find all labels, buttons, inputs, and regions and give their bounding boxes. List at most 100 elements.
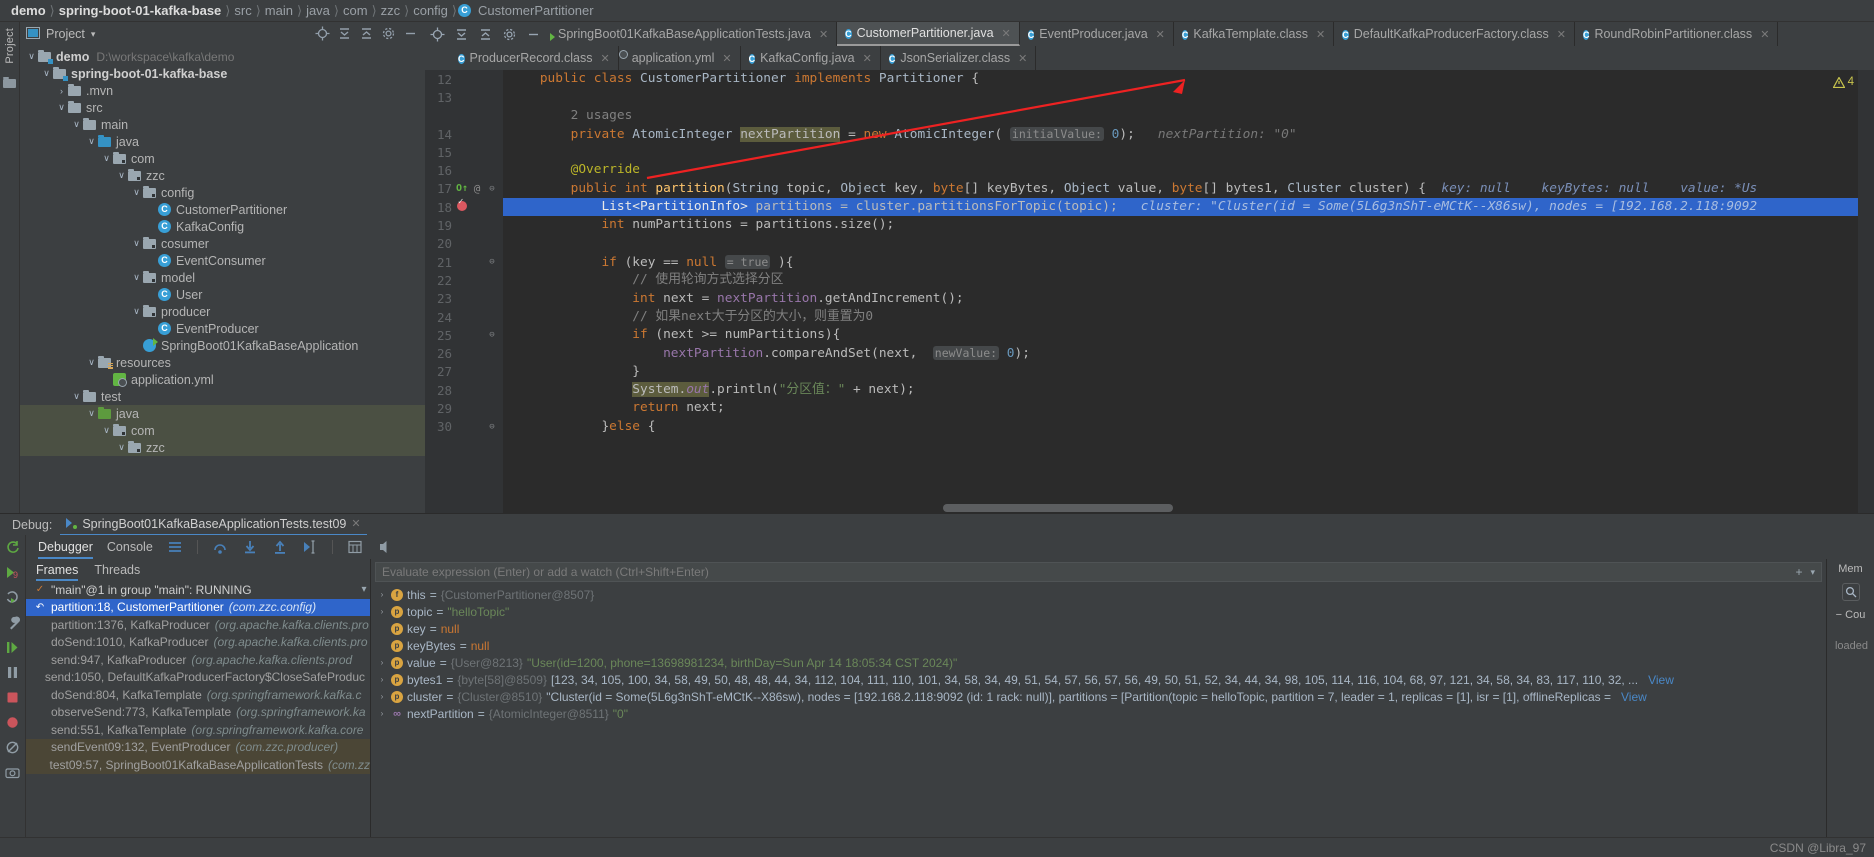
expand-all-icon[interactable] [359,26,375,42]
chevron-down-icon[interactable]: ∨ [101,425,112,436]
close-icon[interactable]: ✕ [819,28,828,41]
chevron-down-icon[interactable]: ∨ [86,357,97,368]
variable-row-bytes1[interactable]: › p bytes1 = {byte[58]@8509} [123, 34, 105, 1… [371,671,1826,688]
collapse-all-icon[interactable] [452,25,470,43]
stack-frame-row[interactable]: ↶ partition:18, CustomerPartitioner (com.z… [26,598,370,616]
chevron-down-icon[interactable]: ∨ [71,391,82,402]
chevron-down-icon[interactable]: ∨ [86,408,97,419]
tab-debugger[interactable]: Debugger [38,535,93,559]
variable-row-nextPartition[interactable]: › ∞ nextPartition = {AtomicInteger@8511} "0" [371,705,1826,722]
hide-panel-icon[interactable] [403,26,419,42]
expand-chevron-icon[interactable]: › [377,590,387,599]
run-to-cursor-icon[interactable] [302,539,318,555]
tab-frames[interactable]: Frames [36,559,79,581]
tree-node-application-yml[interactable]: application.yml [20,371,425,388]
code-line-24[interactable]: // 如果next大于分区的大小，则重置为0 [503,308,1858,326]
console-tab-label[interactable]: − Cou [1836,609,1866,621]
layout-icon[interactable] [167,539,183,555]
view-link[interactable]: View [1621,690,1647,704]
breadcrumb-item-2[interactable]: src [231,3,254,18]
thread-row[interactable]: ✓ "main"@1 in group "main": RUNNING ▾ [26,581,370,599]
code-line-25[interactable]: if (next >= numPartitions){ [503,326,1858,344]
view-link[interactable]: View [1648,673,1674,687]
stack-frame-row[interactable]: observeSend:773, KafkaTemplate (org.sprin… [26,704,370,722]
gutter-line-12[interactable]: 12 [425,70,503,88]
breadcrumb-item-4[interactable]: java [303,3,333,18]
editor-tab-producerrecord-class[interactable]: C ProducerRecord.class ✕ [450,46,619,70]
mute-icon[interactable] [377,539,393,555]
expand-chevron-icon[interactable]: › [377,709,387,718]
tree-node-user[interactable]: C User [20,286,425,303]
scrollbar-thumb[interactable] [943,504,1173,512]
tree-node-com[interactable]: ∨ com [20,150,425,167]
chevron-right-icon[interactable]: › [56,86,67,96]
code-line-29[interactable]: return next; [503,399,1858,417]
tree-node-test[interactable]: ∨ test [20,388,425,405]
code-line-blank[interactable]: 2 usages [503,107,1858,125]
code-fold-marker[interactable]: ⊖ [485,422,499,432]
stack-frame-row[interactable]: send:1050, DefaultKafkaProducerFactory$C… [26,669,370,687]
tree-node-customerpartitioner[interactable]: C CustomerPartitioner [20,201,425,218]
close-icon[interactable]: ✕ [600,52,609,65]
evaluate-expression-icon[interactable] [347,539,363,555]
debug-session-tab[interactable]: SpringBoot01KafkaBaseApplicationTests.te… [60,514,367,536]
tree-node-spring-boot-01-kafka-base[interactable]: ∨ spring-boot-01-kafka-base [20,65,425,82]
close-icon[interactable]: ✕ [1760,28,1769,41]
code-line-12[interactable]: public class CustomerPartitioner impleme… [503,70,1858,88]
expand-all-icon[interactable] [476,25,494,43]
stack-frame-row[interactable]: sendEvent09:132, EventProducer (com.zzc.p… [26,738,370,756]
gutter-line-14[interactable]: 14 [425,125,503,143]
stack-frame-row[interactable]: partition:1376, KafkaProducer (org.apache… [26,616,370,634]
gutter-line-23[interactable]: 23 [425,290,503,308]
locate-icon[interactable] [428,25,446,43]
variable-row-value[interactable]: › p value = {User@8213} "User(id=1200, phone=… [371,654,1826,671]
gutter-line-29[interactable]: 29 [425,399,503,417]
breadcrumb-item-0[interactable]: demo [8,3,49,18]
tree-node-eventconsumer[interactable]: C EventConsumer [20,252,425,269]
step-into-icon[interactable] [242,539,258,555]
variable-row-this[interactable]: › f this = {CustomerPartitioner@8507} [371,586,1826,603]
close-icon[interactable]: ✕ [863,52,872,65]
step-out-icon[interactable] [272,539,288,555]
code-editor[interactable]: 12 13 14 15 16 17 O↑ @ ⊖ 18 19 20 21 ⊖ 22 23 24 25 ⊖ 26 27 28… [425,70,1874,513]
editor-tabs-1[interactable]: SpringBoot01KafkaBaseApplicationTests.ja… [545,22,1779,46]
code-line-19[interactable]: int numPartitions = partitions.size(); [503,216,1858,234]
editor-gutter[interactable]: 12 13 14 15 16 17 O↑ @ ⊖ 18 19 20 21 ⊖ 22 23 24 25 ⊖ 26 27 28… [425,70,503,513]
code-fold-marker[interactable]: ⊖ [485,257,499,267]
stop-icon[interactable] [5,689,21,705]
expand-chevron-icon[interactable]: › [377,675,387,684]
gutter-line-25[interactable]: 25 ⊖ [425,326,503,344]
code-line-23[interactable]: int next = nextPartition.getAndIncrement… [503,290,1858,308]
editor-tab-springboot01kafkabaseapplicationtests-java[interactable]: SpringBoot01KafkaBaseApplicationTests.ja… [545,22,838,46]
editor-tab-kafkatemplate-class[interactable]: C KafkaTemplate.class ✕ [1173,22,1335,46]
expand-chevron-icon[interactable]: › [377,658,387,667]
code-line-27[interactable]: } [503,363,1858,381]
breakpoint-icon[interactable] [457,197,467,211]
chevron-down-icon[interactable]: ∨ [131,238,142,249]
stack-frames[interactable]: ↶ partition:18, CustomerPartitioner (com.z… [26,598,370,774]
frames-list[interactable]: ✓ "main"@1 in group "main": RUNNING ▾ ↶ p… [26,581,370,837]
tree-node-config[interactable]: ∨ config [20,184,425,201]
editor-right-gutter[interactable] [1858,70,1874,513]
gutter-line-13[interactable]: 13 [425,88,503,106]
settings-gear-icon[interactable] [500,25,518,43]
code-line-20[interactable] [503,235,1858,253]
gutter-line-21[interactable]: 21 ⊖ [425,253,503,271]
code-line-14[interactable]: private AtomicInteger nextPartition = ne… [503,125,1858,143]
tree-node-src[interactable]: ∨ src [20,99,425,116]
tab-threads[interactable]: Threads [94,559,140,581]
gutter-line-20[interactable]: 20 [425,235,503,253]
settings-wrench-icon[interactable] [5,614,21,630]
code-line-17[interactable]: public int partition(String topic, Objec… [503,180,1858,198]
gutter-line-24[interactable]: 24 [425,308,503,326]
restart-icon[interactable] [5,589,21,605]
chevron-down-icon[interactable]: ▾ [1810,567,1815,578]
code-content[interactable]: public class CustomerPartitioner impleme… [503,70,1858,513]
project-panel-title[interactable]: Project [46,27,85,41]
inspection-warning-indicator[interactable]: 4 [1832,76,1854,88]
tree-node-java[interactable]: ∨ java [20,405,425,422]
chevron-down-icon[interactable]: ∨ [131,306,142,317]
tree-node-resources[interactable]: ∨ resources [20,354,425,371]
breadcrumb-item-1[interactable]: spring-boot-01-kafka-base [56,3,225,18]
code-line-15[interactable] [503,143,1858,161]
